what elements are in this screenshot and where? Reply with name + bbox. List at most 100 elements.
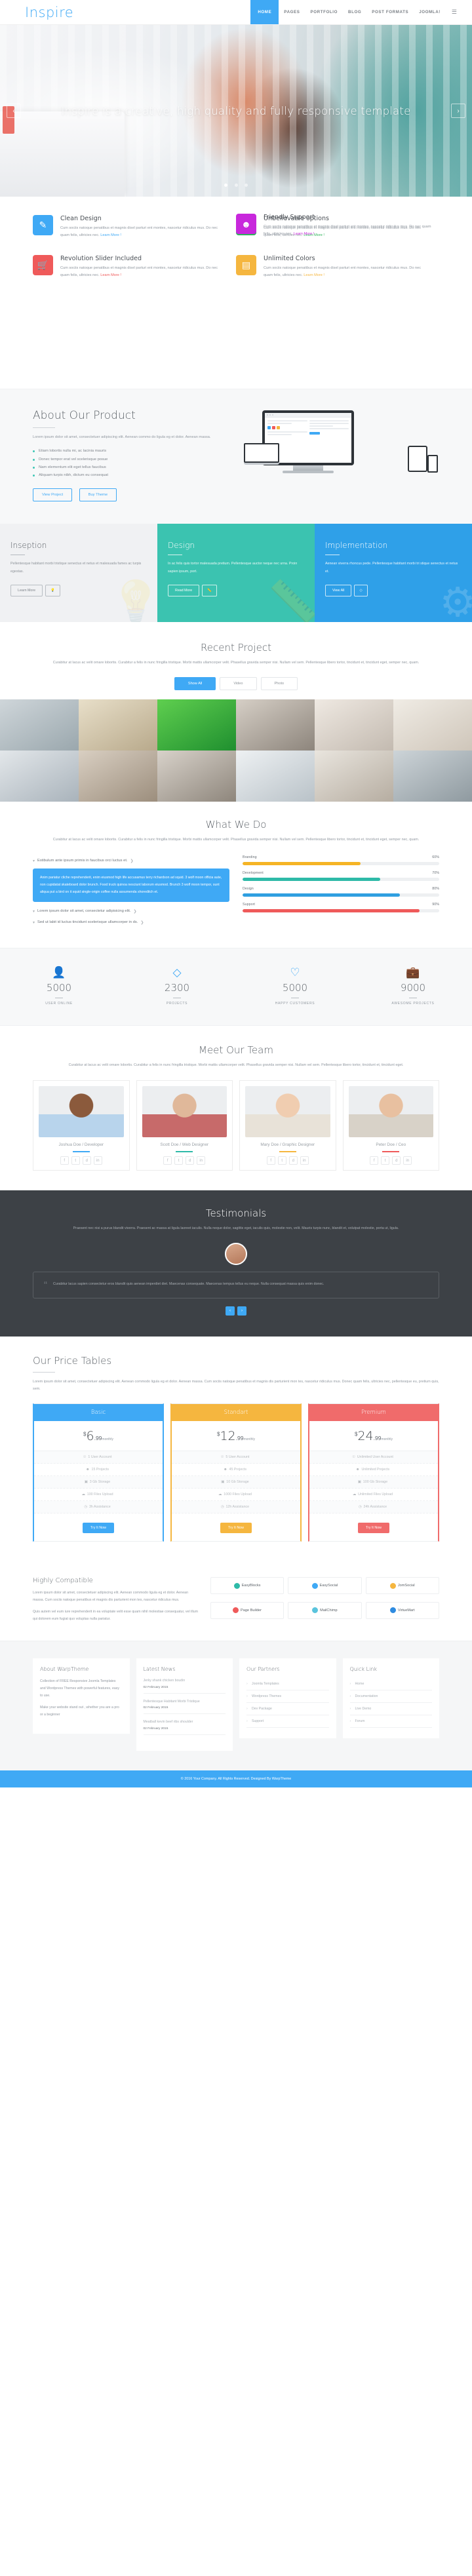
feature-link[interactable]: Learn More ! bbox=[294, 232, 315, 236]
twitter-icon[interactable]: t bbox=[174, 1156, 184, 1165]
partner-link[interactable]: Wordpress Themes bbox=[246, 1690, 329, 1702]
hero-dot[interactable] bbox=[244, 184, 248, 187]
filter-video[interactable]: Video bbox=[220, 676, 257, 690]
gallery-item[interactable] bbox=[79, 750, 157, 802]
brand-logo[interactable]: EasySocial bbox=[288, 1577, 362, 1595]
panel-inseption: 💡 Inseption Pellentesque habitant morbi … bbox=[0, 524, 157, 623]
hero-pagination[interactable] bbox=[0, 178, 472, 190]
accordion-header[interactable]: ▾ Estibulum ante ipsum primis in faucibu… bbox=[33, 855, 229, 867]
feature-link[interactable]: Learn More ! bbox=[304, 273, 324, 277]
linkedin-icon[interactable]: in bbox=[403, 1156, 412, 1165]
try-it-now-button[interactable]: Try It Now bbox=[358, 1523, 389, 1534]
brand-logo[interactable]: VirtueMart bbox=[365, 1601, 439, 1619]
twitter-icon[interactable]: t bbox=[71, 1156, 80, 1165]
gallery-item[interactable] bbox=[236, 699, 315, 751]
nav-item-home[interactable]: HOME bbox=[250, 0, 279, 24]
partner-link[interactable]: Support bbox=[246, 1715, 329, 1727]
facebook-icon[interactable]: f bbox=[163, 1156, 172, 1165]
linkedin-icon[interactable]: in bbox=[93, 1156, 102, 1165]
team-card: Joshua Doe / Developer f t d in bbox=[33, 1080, 130, 1171]
chevron-right-icon: ❯ bbox=[130, 859, 134, 863]
nav-item-post-formats[interactable]: POST FORMATS bbox=[366, 0, 414, 24]
brand-logo[interactable]: MailChimp bbox=[288, 1601, 362, 1619]
quick-link[interactable]: Forum bbox=[350, 1715, 433, 1727]
try-it-now-button[interactable]: Try It Now bbox=[220, 1523, 252, 1534]
facebook-icon[interactable]: f bbox=[60, 1156, 69, 1165]
site-logo[interactable]: Inspire bbox=[0, 0, 73, 24]
facebook-icon[interactable]: f bbox=[370, 1156, 379, 1165]
quick-link[interactable]: Documentation bbox=[350, 1690, 433, 1702]
feature-link[interactable]: Learn More ! bbox=[100, 273, 121, 277]
brand-logo[interactable]: JomSocial bbox=[365, 1577, 439, 1595]
twitter-icon[interactable]: t bbox=[277, 1156, 286, 1165]
filter-show-all[interactable]: Show All bbox=[174, 676, 216, 690]
view-all-button[interactable]: View All bbox=[325, 584, 352, 596]
learn-more-button[interactable]: Learn More bbox=[10, 584, 43, 596]
news-link[interactable]: Pellentesque Habitant Morbi Tristique bbox=[144, 1699, 226, 1705]
gallery-item[interactable] bbox=[79, 699, 157, 751]
list-item: Documentation bbox=[349, 1690, 433, 1704]
twitter-icon[interactable]: t bbox=[381, 1156, 390, 1165]
read-more-button[interactable]: Read More bbox=[168, 584, 200, 596]
hero-dot[interactable] bbox=[234, 184, 238, 187]
filter-photo[interactable]: Photo bbox=[260, 676, 298, 690]
hamburger-menu-icon[interactable]: ☰ bbox=[446, 0, 463, 24]
partner-link[interactable]: Dev Package bbox=[246, 1703, 329, 1715]
dribbble-icon[interactable]: d bbox=[186, 1156, 195, 1165]
nav-item-joomla[interactable]: JOOMLA! bbox=[414, 0, 446, 24]
gallery-item[interactable] bbox=[236, 750, 315, 802]
gallery-item[interactable] bbox=[0, 750, 79, 802]
prev-button[interactable]: ‹ bbox=[226, 1306, 235, 1316]
plan-feature: ▣ 10 Gb Storage bbox=[172, 1476, 300, 1489]
social-links: f t d in bbox=[142, 1156, 227, 1165]
price-plan-basic: Basic $6.99monthly ☉ 1 User Account ☻ 15 P… bbox=[33, 1403, 164, 1542]
lightbulb-icon-button[interactable]: 💡 bbox=[45, 584, 60, 596]
diamond-icon-button[interactable]: ◇ bbox=[354, 584, 368, 596]
next-button[interactable]: › bbox=[237, 1306, 246, 1316]
compatible-section: Highly Compatible Lorem ipsum dolor sit … bbox=[0, 1561, 472, 1641]
gallery-item[interactable] bbox=[393, 750, 472, 802]
dribbble-icon[interactable]: d bbox=[392, 1156, 401, 1165]
brand-logo[interactable]: EasyBlocks bbox=[210, 1577, 285, 1595]
view-project-button[interactable]: View Project bbox=[33, 488, 73, 502]
user-icon: ☉ bbox=[220, 1455, 224, 1460]
phone-mockup bbox=[427, 455, 438, 473]
avatar bbox=[142, 1086, 227, 1138]
cloud-icon: ☁ bbox=[218, 1493, 222, 1497]
gallery-item[interactable] bbox=[157, 699, 236, 751]
accordion-header[interactable]: ▾ Lorem ipsum dolor sit amet, consectetu… bbox=[33, 906, 229, 917]
gallery-item[interactable] bbox=[315, 750, 393, 802]
quick-link[interactable]: Home bbox=[350, 1678, 433, 1690]
gallery-item[interactable] bbox=[315, 699, 393, 751]
ruler-icon-button[interactable]: 📏 bbox=[202, 584, 217, 596]
nav-item-pages[interactable]: PAGES bbox=[279, 0, 305, 24]
news-link[interactable]: Jerky shank chicken boudin bbox=[144, 1678, 226, 1684]
buy-theme-button[interactable]: Buy Theme bbox=[79, 488, 117, 502]
gallery-item[interactable] bbox=[157, 750, 236, 802]
section-subtitle: Praesent nec nisi a purus blandit viverr… bbox=[73, 1226, 399, 1231]
try-it-now-button[interactable]: Try It Now bbox=[83, 1523, 114, 1534]
linkedin-icon[interactable]: in bbox=[300, 1156, 309, 1165]
nav-item-portfolio[interactable]: PORTFOLIO bbox=[305, 0, 344, 24]
feature-text: Cum sociis natoque penatibus et magnis d… bbox=[264, 225, 431, 237]
team-section: Meet Our Team Curabitur at lacus ac veli… bbox=[0, 1025, 472, 1191]
partner-link[interactable]: Joomla Templates bbox=[246, 1678, 329, 1690]
gallery-item[interactable] bbox=[0, 699, 79, 751]
panel-title: Design bbox=[168, 541, 195, 551]
facebook-icon[interactable]: f bbox=[266, 1156, 275, 1165]
list-item: Joomla Templates bbox=[246, 1678, 329, 1691]
dribbble-icon[interactable]: d bbox=[82, 1156, 91, 1165]
accordion-header[interactable]: ▾ Sed ut labit id luctus tincidunt scele… bbox=[33, 917, 229, 928]
news-link[interactable]: Meatball kevin beef ribs shoulder bbox=[144, 1719, 226, 1725]
dribbble-icon[interactable]: d bbox=[288, 1156, 298, 1165]
footer-text: Collection of FREE Responsive Joomla Tem… bbox=[40, 1679, 119, 1698]
chevron-right-icon[interactable]: › bbox=[451, 104, 465, 118]
nav-item-blog[interactable]: BLOG bbox=[343, 0, 366, 24]
hero-dot[interactable] bbox=[224, 184, 228, 187]
quick-link[interactable]: Live Demo bbox=[350, 1703, 433, 1715]
chevron-left-icon[interactable]: ‹ bbox=[7, 104, 21, 118]
brand-logo[interactable]: Page Builder bbox=[210, 1601, 285, 1619]
gallery-item[interactable] bbox=[393, 699, 472, 751]
plan-feature: ☁ 1000 Files Upload bbox=[172, 1489, 300, 1502]
linkedin-icon[interactable]: in bbox=[197, 1156, 206, 1165]
